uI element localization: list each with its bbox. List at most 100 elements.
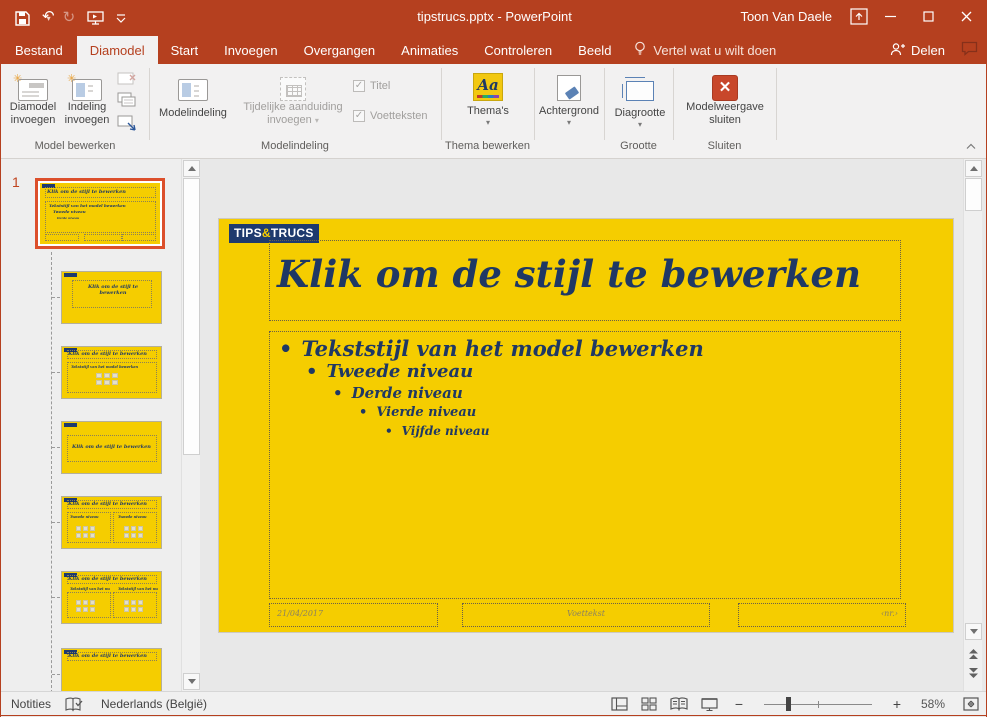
group-label-master-layout: Modelindeling: [261, 140, 329, 152]
account-name[interactable]: Toon Van Daele: [740, 9, 832, 24]
close-master-view-button[interactable]: ✕ Modelweergave sluiten: [677, 67, 773, 139]
tab-invoegen[interactable]: Invoegen: [211, 36, 291, 64]
canvas-scrollbar[interactable]: [963, 159, 982, 691]
layout-thumbnail-two-content[interactable]: Klik om de stijl te bewerken Tweede nive…: [61, 496, 162, 549]
slide-master-thumbnail[interactable]: Klik om de stijl te bewerken Tekststijl …: [35, 178, 165, 249]
slide-size-button[interactable]: Diagrootte ▾: [607, 67, 673, 139]
insert-slide-master-icon: ✳: [13, 67, 48, 101]
date-placeholder-text: 21/04/2017: [277, 609, 324, 618]
insert-layout-icon: ✳: [67, 67, 102, 101]
rename-slide-icon[interactable]: [117, 92, 137, 109]
slide-size-icon: [622, 67, 654, 101]
share-button[interactable]: Delen: [890, 42, 945, 59]
bullet-level-2[interactable]: • Tweede niveau: [306, 361, 473, 382]
powerpoint-window: ↶▾ ↻ tipstrucs.pptx - PowerPoint Toon Va…: [0, 0, 987, 717]
ribbon-tab-row: Bestand Diamodel Start Invoegen Overgang…: [1, 36, 986, 64]
layout-thumbnail-title-content[interactable]: Klik om de stijl te bewerken Tekststijl …: [61, 346, 162, 399]
zoom-slider-thumb[interactable]: [786, 697, 791, 711]
close-master-view-label-2: sluiten: [709, 114, 741, 126]
normal-view-icon[interactable]: [604, 692, 634, 716]
canvas-scroll-down-icon[interactable]: [965, 623, 982, 640]
tab-bestand[interactable]: Bestand: [1, 36, 77, 64]
collapse-ribbon-icon[interactable]: [966, 142, 976, 153]
thumbnail-scroll-down-icon[interactable]: [183, 673, 200, 690]
zoom-in-button[interactable]: +: [882, 692, 912, 716]
next-slide-icon[interactable]: [965, 665, 982, 680]
footers-checkbox-label: Voetteksten: [370, 110, 428, 122]
tab-animaties[interactable]: Animaties: [388, 36, 471, 64]
tab-controleren[interactable]: Controleren: [471, 36, 565, 64]
group-label-edit-theme: Thema bewerken: [445, 140, 530, 152]
tab-overgangen[interactable]: Overgangen: [291, 36, 389, 64]
tab-start[interactable]: Start: [158, 36, 211, 64]
thumbnail-scrollbar-thumb[interactable]: [183, 178, 200, 455]
background-button[interactable]: Achtergrond ▾: [534, 67, 604, 139]
slide-thumbnail-panel: 1 Klik om de stijl te bewerken Tekststij…: [1, 159, 200, 691]
insert-placeholder-button: Tijdelijke aanduiding invoegen ▾: [237, 67, 349, 139]
themes-icon: Aa: [473, 67, 503, 101]
lightbulb-icon: [634, 41, 646, 59]
close-master-view-label-1: Modelweergave: [686, 101, 764, 113]
thumbnail-scroll-up-icon[interactable]: [183, 160, 200, 177]
canvas-scrollbar-thumb[interactable]: [965, 178, 982, 211]
layout-connector-line: [51, 252, 52, 691]
close-master-view-icon: ✕: [712, 67, 738, 101]
tab-diamodel[interactable]: Diamodel: [76, 36, 158, 64]
slide-title-text[interactable]: Klik om de stijl te bewerken: [277, 252, 861, 296]
slideshow-view-icon[interactable]: [694, 692, 724, 716]
tell-me-box[interactable]: Vertel wat u wilt doen: [624, 36, 786, 64]
slide-editing-canvas[interactable]: TIPS&TRUCS Klik om de stijl te bewerken …: [219, 219, 953, 632]
tell-me-label: Vertel wat u wilt doen: [653, 42, 777, 58]
reading-view-icon[interactable]: [664, 692, 694, 716]
previous-slide-icon[interactable]: [965, 646, 982, 661]
window-title: tipstrucs.pptx - PowerPoint: [417, 9, 572, 24]
fit-to-window-icon[interactable]: [954, 692, 986, 716]
insert-layout-label: Indeling invoegen: [64, 101, 110, 126]
ribbon-display-options-icon[interactable]: [850, 8, 868, 30]
insert-placeholder-label-1: Tijdelijke aanduiding: [243, 101, 343, 113]
insert-placeholder-label-2: invoegen ▾: [267, 114, 319, 126]
slide-number: 1: [12, 174, 20, 190]
preserve-master-icon[interactable]: [117, 114, 137, 131]
bullet-level-5[interactable]: • Vijfde niveau: [385, 424, 489, 438]
bullet-level-4[interactable]: • Vierde niveau: [359, 405, 476, 420]
status-bar: Notities Nederlands (België) − + 58%: [1, 691, 986, 716]
insert-placeholder-icon: [280, 67, 306, 101]
zoom-out-button[interactable]: −: [724, 692, 754, 716]
title-checkbox-label: Titel: [370, 80, 391, 92]
insert-layout-button[interactable]: ✳ Indeling invoegen: [61, 67, 113, 139]
notes-button[interactable]: Notities: [11, 692, 51, 716]
share-person-icon: [890, 42, 906, 59]
zoom-slider[interactable]: [754, 692, 882, 716]
slide-sorter-view-icon[interactable]: [634, 692, 664, 716]
background-icon: [557, 67, 581, 101]
bullet-level-3[interactable]: • Derde niveau: [333, 384, 463, 402]
title-checkbox-box: ✓: [353, 80, 365, 92]
layout-thumbnail-title-only[interactable]: Klik om de stijl te bewerken: [61, 648, 162, 691]
insert-slide-master-label: Diamodel invoegen: [9, 101, 57, 126]
feedback-bubble-icon[interactable]: [961, 41, 978, 59]
background-label: Achtergrond: [539, 105, 599, 117]
close-button[interactable]: [944, 0, 986, 32]
language-button[interactable]: Nederlands (België): [101, 692, 207, 716]
layout-thumbnail-section[interactable]: Klik om de stijl te bewerken: [61, 421, 162, 474]
delete-slide-icon: [117, 70, 137, 87]
themes-button[interactable]: Aa Thema's ▾: [456, 67, 520, 139]
title-checkbox: ✓ Titel: [353, 80, 390, 92]
title-bar: ↶▾ ↻ tipstrucs.pptx - PowerPoint Toon Va…: [1, 0, 986, 36]
layout-thumbnail-comparison[interactable]: Klik om de stijl te bewerken Tekststijl …: [61, 571, 162, 624]
footers-checkbox: ✓ Voetteksten: [353, 110, 428, 122]
layout-thumbnail-title-slide[interactable]: Klik om de stijl te bewerken: [61, 271, 162, 324]
canvas-scroll-up-icon[interactable]: [965, 160, 982, 177]
themes-label: Thema's: [467, 105, 509, 117]
master-layout-icon: [178, 67, 208, 101]
bullet-level-1[interactable]: • Tekststijl van het model bewerken: [279, 336, 704, 361]
tab-beeld[interactable]: Beeld: [565, 36, 624, 64]
zoom-percentage[interactable]: 58%: [912, 692, 954, 716]
thumbnail-scrollbar[interactable]: [181, 159, 200, 691]
insert-slide-master-button[interactable]: ✳ Diamodel invoegen: [7, 67, 59, 139]
slidenumber-placeholder-text: ‹nr.›: [880, 609, 898, 618]
master-layout-button[interactable]: Modelindeling: [153, 67, 233, 139]
proofing-icon[interactable]: [65, 692, 83, 716]
master-layout-label: Modelindeling: [159, 107, 227, 119]
